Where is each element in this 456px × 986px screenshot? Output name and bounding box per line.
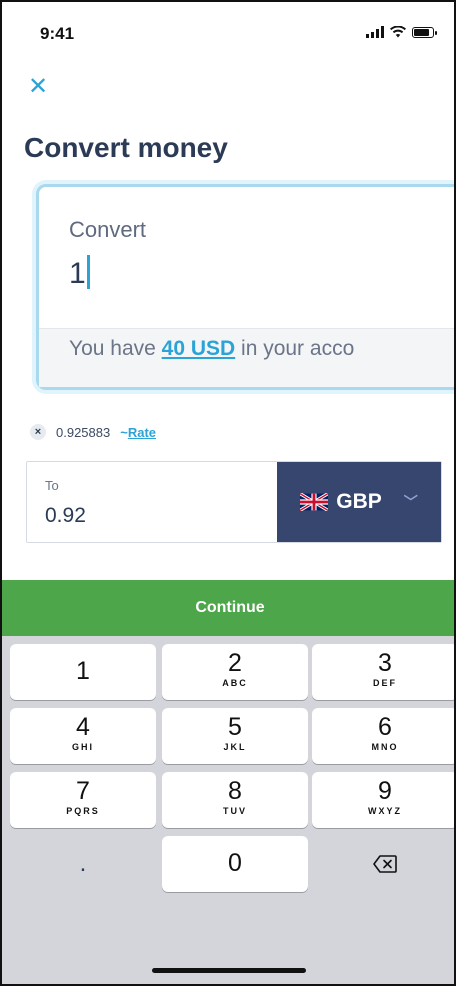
key-letters: TUV [223,806,247,816]
key-number: 5 [228,713,242,741]
chevron-down-icon: ﹀ [403,494,418,510]
battery-icon [412,26,437,38]
key-number: 1 [76,657,90,685]
key-letters: GHI [71,742,94,752]
key-letters: ABC [222,678,248,688]
convert-label: Convert [69,217,147,242]
wifi-icon [390,26,406,38]
rate-value: 0.925883 [56,424,111,440]
text-caret [86,255,90,289]
balance-link[interactable]: 40 USD [162,337,236,360]
key-1[interactable]: 1 [10,644,156,700]
key-number: 9 [378,777,392,805]
key-9[interactable]: 9 WXYZ [312,772,454,828]
key-number: 7 [76,777,90,805]
currency-select-button[interactable]: GBP ﹀ [277,462,441,542]
multiply-icon: × [30,424,46,440]
balance-suffix: in your acco [235,337,355,360]
key-5[interactable]: 5 JKL [162,708,308,764]
status-icons [366,26,437,38]
key-number: 8 [228,777,242,805]
numeric-keypad: 1 2 ABC 3 DEF 4 GHI 5 JKL 6 MNO 7 PQRS 8 TUV 9W… [2,636,454,984]
rate-link[interactable]: Rate [128,425,156,440]
key-backspace[interactable] [312,836,454,892]
convert-amount-value: 1 [69,257,86,290]
to-amount-value: 0.92 [45,504,86,527]
page-title: Convert money [24,132,228,163]
to-amount-field[interactable]: To 0.92 GBP ﹀ [26,461,442,543]
home-indicator [152,968,306,973]
key-4[interactable]: 4 GHI [10,708,156,764]
continue-button[interactable]: Continue [2,580,454,636]
phone-screen: 9:41 ✕ Convert money Convert 1 You have … [0,0,456,986]
key-letters: WXYZ [368,806,402,816]
backspace-icon [373,855,397,873]
balance-prefix: You have [69,337,162,360]
key-number: 4 [76,713,90,741]
key-7[interactable]: 7 PQRS [10,772,156,828]
decimal-point: . [79,850,87,877]
key-number: 0 [228,849,242,877]
key-number: 6 [378,713,392,741]
rate-link-group[interactable]: ~Rate [120,425,156,440]
balance-text: You have 40 USD in your acco [69,337,354,361]
status-time: 9:41 [40,24,75,43]
convert-amount-input[interactable]: 1 [69,255,90,291]
key-decimal[interactable]: . [10,836,156,892]
key-letters: PQRS [66,806,100,816]
key-number: 2 [228,649,242,677]
key-6[interactable]: 6 MNO [312,708,454,764]
key-2[interactable]: 2 ABC [162,644,308,700]
key-letters: DEF [373,678,397,688]
key-8[interactable]: 8 TUV [162,772,308,828]
convert-amount-card[interactable]: Convert 1 You have 40 USD in your acco [36,184,454,390]
currency-code: GBP [336,490,382,513]
key-number: 3 [378,649,392,677]
key-letters: JKL [223,742,247,752]
status-bar: 9:41 [2,2,454,58]
uk-flag-icon [300,493,329,511]
rate-row: × 0.925883 ~Rate [30,424,156,440]
trend-icon: ~ [120,424,128,440]
key-0[interactable]: 0 [162,836,308,892]
to-label: To [45,478,59,493]
key-3[interactable]: 3 DEF [312,644,454,700]
close-icon[interactable]: ✕ [28,75,48,99]
key-letters: MNO [371,742,399,752]
signal-icon [366,26,384,38]
